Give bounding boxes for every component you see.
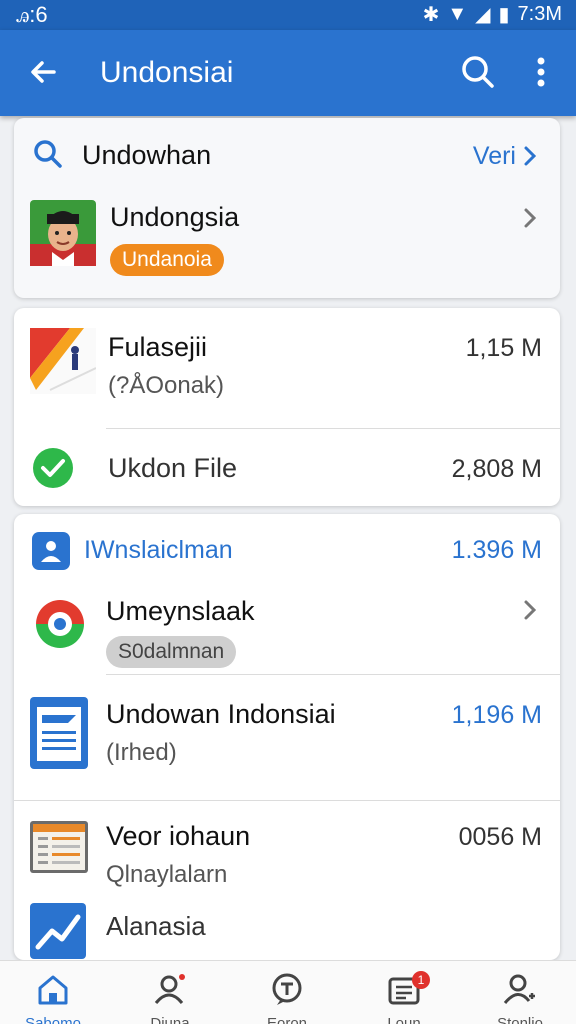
- avatar: [30, 200, 96, 266]
- back-arrow-icon[interactable]: [24, 52, 64, 92]
- nav-label: Eoron: [266, 1015, 308, 1024]
- chevron-right-icon: [524, 208, 537, 228]
- signal-icon: ◢: [475, 4, 491, 26]
- bluetooth-icon: ✱: [422, 4, 440, 26]
- nav-home[interactable]: Sabomo: [3, 961, 103, 1024]
- nav-profile[interactable]: Diuna: [120, 961, 220, 1024]
- list-header-size: 1.396 M: [451, 536, 542, 564]
- file-subtitle: (?ÅOonak): [108, 372, 225, 399]
- list-item[interactable]: Veor iohaun Qlnaylalarn 0056 M: [14, 801, 560, 891]
- item-badge: S0dalmnan: [106, 636, 237, 668]
- app-bar: Undonsiai: [0, 30, 576, 116]
- item-size: 1,196 M: [451, 701, 542, 729]
- bottom-nav: Sabomo Diuna Eoron 1 Loun Stonlio: [0, 960, 576, 1024]
- person-settings-icon: [503, 974, 535, 1004]
- list-header[interactable]: IWnslaiclman 1.396 M: [14, 514, 560, 584]
- spreadsheet-icon: [30, 821, 88, 873]
- app-title: Undonsiai: [100, 56, 234, 89]
- file-title: Fulasejii: [108, 332, 208, 362]
- more-vert-icon[interactable]: [526, 52, 556, 92]
- item-size: 0056 M: [458, 823, 542, 851]
- list-item[interactable]: Umeynslaak S0dalmnan: [14, 584, 560, 674]
- status-time-left: ꭿ:6: [16, 2, 48, 27]
- home-icon: [38, 975, 68, 1005]
- status-bar: ꭿ:6 ✱ ▼ ◢ ▮ 7:3M: [0, 0, 576, 30]
- person-icon: [32, 532, 70, 570]
- item-subtitle: (Irhed): [106, 739, 177, 766]
- list-item[interactable]: Fulasejii (?ÅOonak) 1,15 M: [14, 308, 560, 428]
- featured-badge: Undanoia: [110, 244, 224, 276]
- notification-badge: 1: [412, 971, 430, 989]
- status-time-right: 7:3M: [517, 3, 562, 25]
- nav-messages[interactable]: 1 Loun: [354, 961, 454, 1024]
- list-card: IWnslaiclman 1.396 M Umeynslaak S0dalmna…: [14, 514, 560, 960]
- nav-settings[interactable]: Stonlio: [470, 961, 570, 1024]
- search-card: Undowhan Veri Undongsia Undanoia: [14, 118, 560, 298]
- search-row[interactable]: Undowhan Veri: [14, 118, 560, 192]
- file-thumbnail-icon: [30, 328, 96, 394]
- document-icon: [30, 697, 88, 769]
- nav-label: Loun: [387, 1015, 421, 1024]
- featured-title: Undongsia: [110, 202, 240, 232]
- chevron-right-icon: [524, 146, 537, 166]
- nav-label: Diuna: [150, 1015, 190, 1024]
- item-title: Veor iohaun: [106, 821, 251, 851]
- check-circle-icon: [33, 448, 73, 488]
- status-icons: ✱ ▼ ◢ ▮ 7:3M: [423, 2, 562, 27]
- featured-row[interactable]: Undongsia Undanoia: [14, 192, 560, 298]
- app-logo-icon: [36, 600, 84, 648]
- nav-explore[interactable]: Eoron: [237, 961, 337, 1024]
- nav-label: Sabomo: [25, 1015, 81, 1024]
- files-card: Fulasejii (?ÅOonak) 1,15 M Ukdon File 2,…: [14, 308, 560, 506]
- list-item[interactable]: Alanasia: [14, 891, 560, 960]
- file-size: 2,808 M: [451, 455, 542, 483]
- list-header-label: IWnslaiclman: [84, 536, 233, 564]
- chart-app-icon: [30, 903, 86, 959]
- file-title: Ukdon File: [108, 453, 238, 483]
- nav-label: Stonlio: [497, 1015, 543, 1024]
- list-item[interactable]: Undowan Indonsiai (Irhed) 1,196 M: [14, 675, 560, 800]
- item-title: Umeynslaak: [106, 596, 255, 626]
- view-link[interactable]: Veri: [473, 142, 516, 171]
- item-title: Alanasia: [106, 911, 206, 941]
- list-item[interactable]: Ukdon File 2,808 M: [14, 429, 560, 506]
- wifi-icon: ▼: [447, 3, 468, 25]
- user-add-icon: [154, 974, 185, 1004]
- battery-icon: ▮: [498, 4, 510, 26]
- chat-icon: [272, 973, 302, 1005]
- search-icon[interactable]: [458, 52, 498, 92]
- item-subtitle: Qlnaylalarn: [106, 861, 228, 888]
- file-size: 1,15 M: [465, 334, 542, 362]
- search-label: Undowhan: [82, 140, 212, 170]
- chevron-right-icon: [524, 600, 537, 620]
- search-icon: [34, 140, 62, 168]
- item-title: Undowan Indonsiai: [106, 699, 336, 729]
